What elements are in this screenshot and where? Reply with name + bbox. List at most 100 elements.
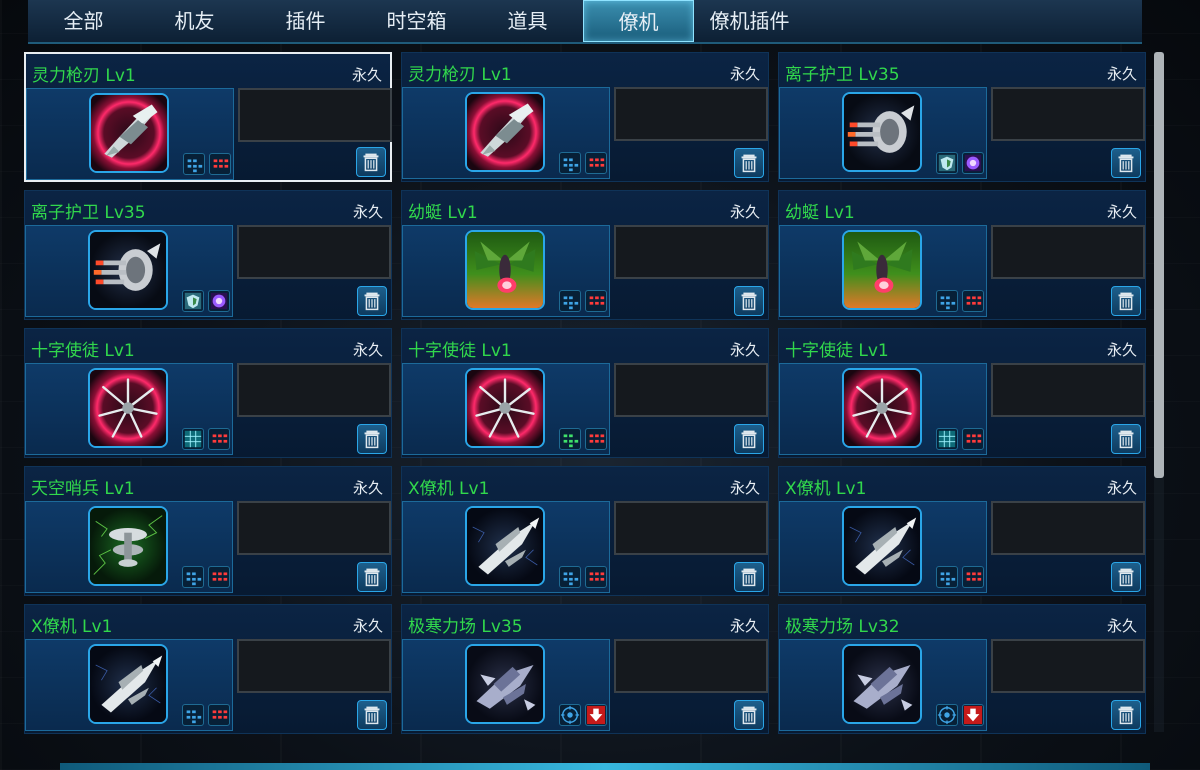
bottom-glow-bar (60, 763, 1150, 770)
empty-slot[interactable] (614, 501, 768, 555)
tab-0[interactable]: 全部 (28, 0, 139, 42)
wingman-card[interactable]: 极寒力场 Lv35 永久 (401, 604, 769, 734)
wingman-card[interactable]: 幼蜓 Lv1 永久 (778, 190, 1146, 320)
wingman-card[interactable]: 天空哨兵 Lv1 永久 (24, 466, 392, 596)
empty-slot[interactable] (991, 225, 1145, 279)
scrollbar-thumb[interactable] (1154, 52, 1164, 478)
empty-slot[interactable] (614, 225, 768, 279)
trash-icon[interactable] (357, 424, 387, 454)
empty-slot[interactable] (237, 639, 391, 693)
trash-icon[interactable] (734, 424, 764, 454)
wingman-card[interactable]: 离子护卫 Lv35 永久 (778, 52, 1146, 182)
red-dots-badge-icon (208, 704, 230, 726)
ion-guard-icon[interactable] (88, 230, 168, 310)
empty-slot[interactable] (237, 501, 391, 555)
wingman-card[interactable]: X僚机 Lv1 永久 (401, 466, 769, 596)
cross-apostle-icon[interactable] (88, 368, 168, 448)
empty-slot[interactable] (238, 88, 392, 142)
shield-badge-icon (936, 152, 958, 174)
x-wingman-icon[interactable] (465, 506, 545, 586)
tab-4[interactable]: 道具 (472, 0, 583, 42)
item-icon-frame (402, 501, 610, 593)
trash-icon[interactable] (1111, 424, 1141, 454)
trash-icon[interactable] (357, 700, 387, 730)
wingman-card[interactable]: 十字使徒 Lv1 永久 (778, 328, 1146, 458)
x-wingman-icon[interactable] (88, 644, 168, 724)
wingman-card[interactable]: 十字使徒 Lv1 永久 (24, 328, 392, 458)
wingman-card[interactable]: X僚机 Lv1 永久 (778, 466, 1146, 596)
blade-fighter-icon[interactable] (89, 93, 169, 173)
blade-fighter-icon[interactable] (465, 92, 545, 172)
trash-icon[interactable] (734, 148, 764, 178)
trash-icon[interactable] (1111, 286, 1141, 316)
trash-icon[interactable] (734, 562, 764, 592)
duration-label: 永久 (729, 203, 760, 221)
duration-label: 永久 (1106, 479, 1137, 497)
trash-icon[interactable] (734, 700, 764, 730)
tab-1[interactable]: 机友 (139, 0, 250, 42)
frost-field-icon[interactable] (465, 644, 545, 724)
empty-slot[interactable] (991, 87, 1145, 141)
blue-dots-badge-icon (182, 704, 204, 726)
cross-apostle-icon[interactable] (465, 368, 545, 448)
tab-6[interactable]: 僚机插件 (694, 0, 805, 42)
item-icon-frame (779, 639, 987, 731)
trash-icon[interactable] (734, 286, 764, 316)
target-badge-icon (559, 704, 581, 726)
item-icon-frame (402, 87, 610, 179)
tab-3[interactable]: 时空箱 (361, 0, 472, 42)
trash-icon[interactable] (1111, 562, 1141, 592)
dragonfly-icon[interactable] (842, 230, 922, 310)
item-icon-frame (402, 363, 610, 455)
trash-icon[interactable] (357, 286, 387, 316)
trash-icon[interactable] (1111, 700, 1141, 730)
tab-2[interactable]: 插件 (250, 0, 361, 42)
empty-slot[interactable] (614, 87, 768, 141)
item-icon-frame (779, 87, 987, 179)
empty-slot[interactable] (991, 639, 1145, 693)
duration-label: 永久 (351, 66, 382, 84)
wingman-name: 极寒力场 Lv35 (408, 617, 523, 637)
empty-slot[interactable] (991, 363, 1145, 417)
empty-slot[interactable] (991, 501, 1145, 555)
trash-icon[interactable] (356, 147, 386, 177)
item-icon-frame (402, 225, 610, 317)
trash-icon[interactable] (1111, 148, 1141, 178)
empty-slot[interactable] (237, 363, 391, 417)
wingman-name: 灵力枪刃 Lv1 (32, 66, 136, 86)
empty-slot[interactable] (614, 363, 768, 417)
wingman-card[interactable]: 极寒力场 Lv32 永久 (778, 604, 1146, 734)
wingman-name: 离子护卫 Lv35 (31, 203, 146, 223)
wingman-card[interactable]: 十字使徒 Lv1 永久 (401, 328, 769, 458)
red-dots-badge-icon (962, 566, 984, 588)
blue-dots-badge-icon (183, 153, 205, 175)
wingman-card[interactable]: 幼蜓 Lv1 永久 (401, 190, 769, 320)
wingman-card[interactable]: 灵力枪刃 Lv1 永久 (401, 52, 769, 182)
red-dots-badge-icon (962, 290, 984, 312)
sky-sentinel-icon[interactable] (88, 506, 168, 586)
wingman-name: X僚机 Lv1 (408, 479, 490, 499)
duration-label: 永久 (352, 203, 383, 221)
scrollbar[interactable] (1154, 52, 1164, 732)
dragonfly-icon[interactable] (465, 230, 545, 310)
wingman-name: 幼蜓 Lv1 (785, 203, 855, 223)
item-icon-frame (402, 639, 610, 731)
wingman-card[interactable]: 灵力枪刃 Lv1 永久 (24, 52, 392, 182)
frost-field-icon[interactable] (842, 644, 922, 724)
tab-5[interactable]: 僚机 (583, 0, 694, 42)
ion-guard-icon[interactable] (842, 92, 922, 172)
wingman-card[interactable]: 离子护卫 Lv35 永久 (24, 190, 392, 320)
trash-icon[interactable] (357, 562, 387, 592)
red-dots-badge-icon (962, 428, 984, 450)
item-icon-frame (25, 639, 233, 731)
empty-slot[interactable] (614, 639, 768, 693)
cross-apostle-icon[interactable] (842, 368, 922, 448)
duration-label: 永久 (1106, 203, 1137, 221)
x-wingman-icon[interactable] (842, 506, 922, 586)
wingman-name: X僚机 Lv1 (31, 617, 113, 637)
wingman-card[interactable]: X僚机 Lv1 永久 (24, 604, 392, 734)
blue-dots-badge-icon (559, 566, 581, 588)
wingman-name: 十字使徒 Lv1 (31, 341, 135, 361)
empty-slot[interactable] (237, 225, 391, 279)
duration-label: 永久 (729, 479, 760, 497)
